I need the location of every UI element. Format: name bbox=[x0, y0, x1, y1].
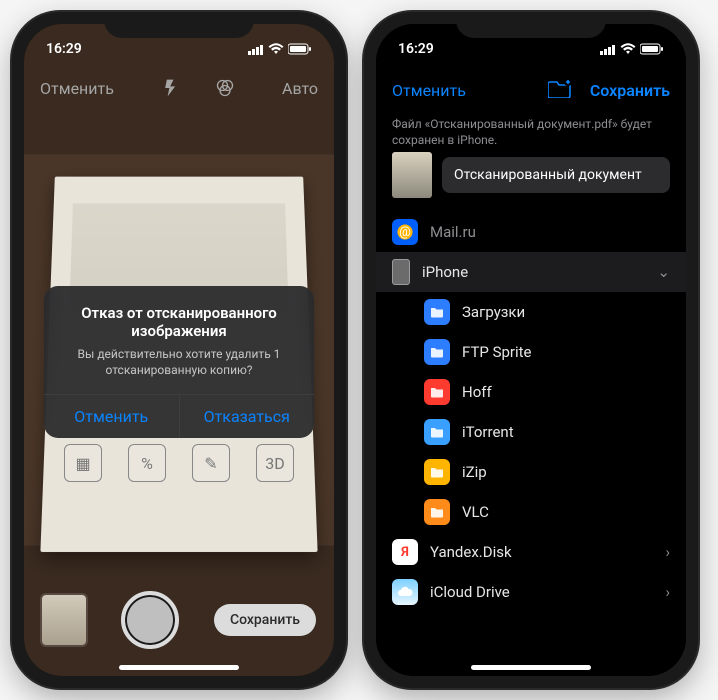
folder-row[interactable]: VLC bbox=[376, 492, 686, 532]
folder-row[interactable]: FTP Sprite bbox=[376, 332, 686, 372]
folder-icon bbox=[424, 419, 450, 445]
cancel-button[interactable]: Отменить bbox=[392, 81, 466, 100]
location-label: iPhone bbox=[422, 263, 468, 281]
files-nav: Отменить Сохранить bbox=[376, 68, 686, 112]
folder-icon bbox=[424, 459, 450, 485]
wifi-icon bbox=[620, 43, 636, 55]
folder-icon bbox=[424, 499, 450, 525]
save-button[interactable]: Сохранить bbox=[590, 81, 670, 100]
home-indicator[interactable] bbox=[119, 665, 239, 670]
location-mailru[interactable]: @ Mail.ru bbox=[376, 212, 686, 252]
folder-icon bbox=[424, 379, 450, 405]
icloud-icon bbox=[392, 579, 418, 605]
location-label: Mail.ru bbox=[430, 223, 476, 241]
dialog-title: Отказ от отсканированного изображения bbox=[60, 304, 298, 340]
save-destination-hint: Файл «Отсканированный документ.pdf» буде… bbox=[392, 116, 670, 148]
folder-row[interactable]: Hoff bbox=[376, 372, 686, 412]
phone-icon bbox=[392, 259, 410, 285]
folder-label: iTorrent bbox=[462, 423, 514, 441]
signal-icon bbox=[600, 44, 616, 55]
phone-frame-right: 16:29 Отменить Сохранить bbox=[364, 12, 698, 688]
location-label: iCloud Drive bbox=[430, 583, 510, 601]
dialog-discard-button[interactable]: Отказаться bbox=[179, 395, 315, 438]
folder-row[interactable]: Загрузки bbox=[376, 292, 686, 332]
document-thumbnail bbox=[392, 152, 432, 198]
location-list: @ Mail.ru iPhone ⌄ Загрузки FTP Sprite Hof… bbox=[376, 212, 686, 612]
dialog-cancel-button[interactable]: Отменить bbox=[44, 395, 179, 438]
folder-label: Hoff bbox=[462, 383, 492, 401]
location-iphone[interactable]: iPhone ⌄ bbox=[376, 252, 686, 292]
dialog-message: Вы действительно хотите удалить 1 отскан… bbox=[60, 346, 298, 378]
phone-frame-left: 16:29 Отменить bbox=[12, 12, 346, 688]
folder-label: FTP Sprite bbox=[462, 343, 532, 361]
status-time: 16:29 bbox=[46, 41, 82, 57]
folder-label: VLC bbox=[462, 503, 489, 521]
chevron-right-icon: › bbox=[665, 583, 670, 601]
notch bbox=[456, 12, 606, 38]
mailru-icon: @ bbox=[392, 219, 418, 245]
chevron-right-icon: › bbox=[665, 543, 670, 561]
new-folder-icon[interactable] bbox=[548, 78, 572, 102]
location-yandex[interactable]: Я Yandex.Disk › bbox=[376, 532, 686, 572]
home-indicator[interactable] bbox=[471, 665, 591, 670]
battery-icon bbox=[288, 43, 312, 55]
filename-row bbox=[392, 152, 670, 198]
scanner-screen: 16:29 Отменить bbox=[24, 24, 334, 676]
battery-icon bbox=[640, 43, 664, 55]
folder-icon bbox=[424, 339, 450, 365]
signal-icon bbox=[248, 44, 264, 55]
wifi-icon bbox=[268, 43, 284, 55]
folder-row[interactable]: iTorrent bbox=[376, 412, 686, 452]
files-screen: 16:29 Отменить Сохранить bbox=[376, 24, 686, 676]
folder-row[interactable]: iZip bbox=[376, 452, 686, 492]
folder-label: Загрузки bbox=[462, 303, 525, 321]
chevron-down-icon: ⌄ bbox=[657, 263, 670, 281]
discard-dialog: Отказ от отсканированного изображения Вы… bbox=[44, 286, 314, 438]
folder-label: iZip bbox=[462, 463, 487, 481]
filename-input[interactable] bbox=[442, 157, 670, 193]
notch bbox=[104, 12, 254, 38]
yandex-icon: Я bbox=[392, 539, 418, 565]
location-icloud[interactable]: iCloud Drive › bbox=[376, 572, 686, 612]
location-label: Yandex.Disk bbox=[430, 543, 512, 561]
status-time: 16:29 bbox=[398, 41, 434, 57]
folder-icon bbox=[424, 299, 450, 325]
